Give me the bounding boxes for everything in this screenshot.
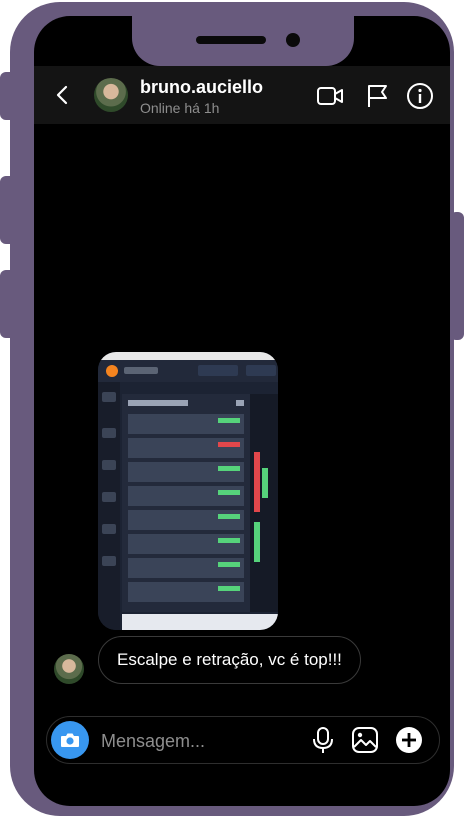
microphone-icon[interactable] <box>311 726 335 754</box>
shared-screenshot-image[interactable] <box>98 352 278 630</box>
phone-frame: bruno.auciello Online há 1h Escalpe e re… <box>10 2 454 816</box>
speaker-grille <box>196 36 266 44</box>
avatar[interactable] <box>94 78 128 112</box>
contact-username[interactable]: bruno.auciello <box>140 77 263 98</box>
message-bubble[interactable]: Escalpe e retração, vc é top!!! <box>98 636 361 684</box>
notch <box>132 16 354 66</box>
contact-status: Online há 1h <box>140 100 220 116</box>
camera-icon <box>61 733 79 747</box>
info-icon[interactable] <box>406 82 434 110</box>
camera-button[interactable] <box>51 721 89 759</box>
flag-icon[interactable] <box>364 82 392 110</box>
chat-header: bruno.auciello Online há 1h <box>34 66 450 124</box>
front-camera <box>286 33 300 47</box>
phone-screen: bruno.auciello Online há 1h Escalpe e re… <box>34 16 450 806</box>
back-icon[interactable] <box>52 84 74 106</box>
plus-icon[interactable] <box>395 726 423 754</box>
message-input[interactable] <box>99 723 303 759</box>
sender-avatar[interactable] <box>54 654 84 684</box>
message-composer <box>46 716 440 764</box>
video-call-icon[interactable] <box>316 82 344 110</box>
gallery-icon[interactable] <box>351 726 379 754</box>
